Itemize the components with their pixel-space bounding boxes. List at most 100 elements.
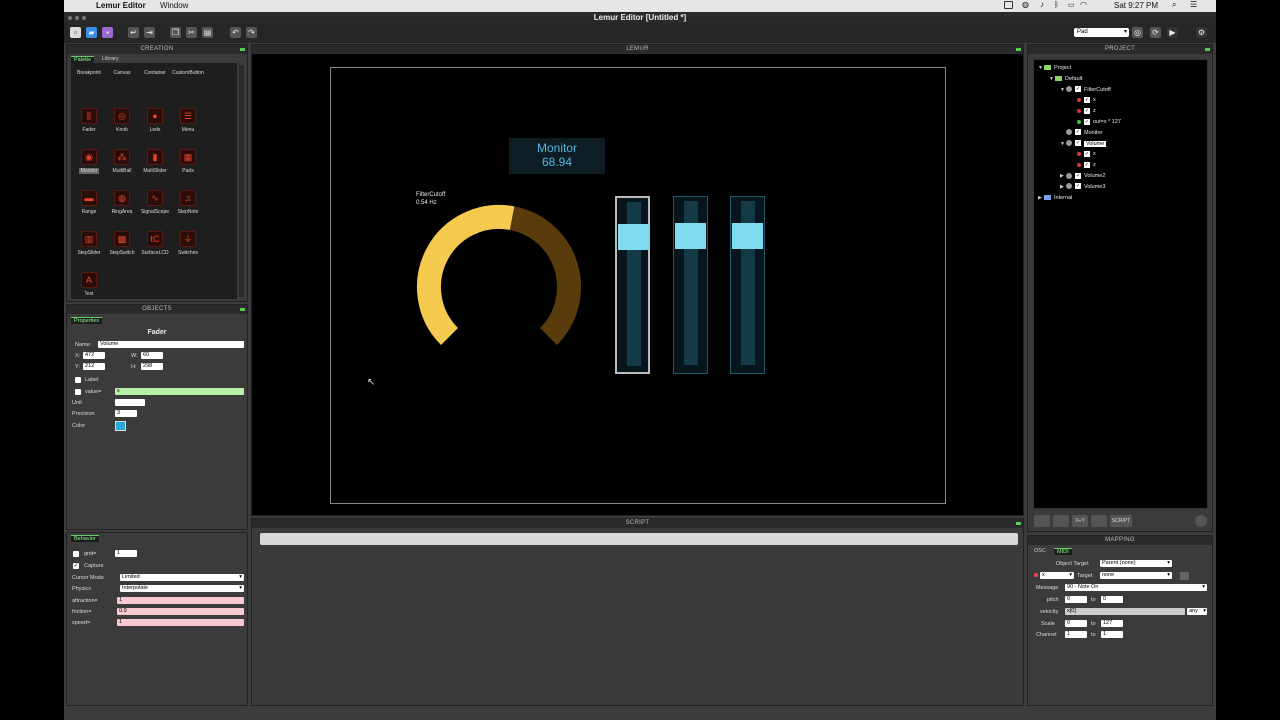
target-select[interactable]: none ▾ xyxy=(1100,572,1172,579)
volume-icon[interactable]: ♪ xyxy=(1040,0,1044,9)
learn-icon[interactable] xyxy=(1180,572,1189,580)
capture-checkbox[interactable]: ✓ xyxy=(73,563,79,569)
palette-item-custombutton[interactable]: ▭CustomButton xyxy=(172,51,204,81)
visibility-checkbox[interactable]: ✓ xyxy=(1075,129,1081,136)
settings-gear-icon[interactable]: ⚙ xyxy=(1196,27,1207,38)
close-window-icon[interactable] xyxy=(68,16,72,20)
message-select[interactable]: 90 - Note On ▾ xyxy=(1065,584,1207,591)
new-file-icon[interactable]: ▫ xyxy=(70,27,81,38)
collapse-icon[interactable] xyxy=(240,308,245,311)
palette-item-knob[interactable]: ◎ Knob xyxy=(106,108,138,138)
palette-item-container[interactable]: ▭Container xyxy=(139,51,171,81)
sync-icon[interactable]: ◍ xyxy=(1022,0,1029,9)
object-target-select[interactable]: Parent (none) ▾ xyxy=(1100,560,1172,567)
w-field[interactable]: 60 xyxy=(141,352,163,359)
velocity-field[interactable]: x[0] xyxy=(1065,608,1185,615)
scale-to-field[interactable]: 127 xyxy=(1101,620,1123,627)
cursor-mode-select[interactable]: Limited ▾ xyxy=(120,574,244,581)
tree-item[interactable]: ✓ z xyxy=(1071,161,1096,169)
fader-handle[interactable] xyxy=(732,223,763,250)
color-swatch[interactable] xyxy=(115,421,126,431)
palette-item-surfacelcd[interactable]: tC SurfaceLCD xyxy=(139,231,171,261)
script-editor-field[interactable] xyxy=(260,533,1018,545)
palette-item-range[interactable]: ▬ Range xyxy=(73,190,105,220)
open-folder-icon[interactable]: ▰ xyxy=(86,27,97,38)
tab-midi[interactable]: MIDI xyxy=(1054,548,1072,555)
variable-select[interactable]: x ▾ xyxy=(1040,572,1074,579)
fader-widget[interactable] xyxy=(615,196,650,374)
palette-item-menu[interactable]: ☰ Menu xyxy=(172,108,204,138)
friction-field[interactable]: 0.9 xyxy=(117,608,244,615)
zoom-window-icon[interactable] xyxy=(82,16,86,20)
y-field[interactable]: 212 xyxy=(83,363,105,370)
palette-item-canvas[interactable]: ▭Canvas xyxy=(106,51,138,81)
tree-item[interactable]: ▼ ✓ FilterCutoff xyxy=(1060,86,1111,94)
speed-field[interactable]: 1 xyxy=(117,619,244,626)
screen-icon[interactable] xyxy=(1004,1,1013,9)
h-field[interactable]: 298 xyxy=(141,363,163,370)
device-select[interactable]: Pad ▾ xyxy=(1074,28,1129,37)
paste-icon[interactable]: ▤ xyxy=(202,27,213,38)
monitor-widget[interactable]: Monitor 68.94 xyxy=(509,138,605,174)
tree-item[interactable]: ▼ ✓ Volume xyxy=(1060,140,1107,148)
palette-item-stepnote[interactable]: ♫ StepNote xyxy=(172,190,204,220)
copy-icon[interactable]: ❐ xyxy=(170,27,181,38)
palette-scrollbar[interactable] xyxy=(239,65,244,297)
visibility-checkbox[interactable]: ✓ xyxy=(1075,172,1081,179)
tree-item[interactable]: ✓ z xyxy=(1071,107,1096,115)
tab-osc[interactable]: OSC xyxy=(1031,548,1049,555)
spotlight-icon[interactable]: ⌕ xyxy=(1172,0,1176,10)
palette-item-signalscope[interactable]: ∿ SignalScope xyxy=(139,190,171,220)
variable-checkbox[interactable]: ✓ xyxy=(1084,118,1090,125)
sync-device-icon[interactable]: ⟳ xyxy=(1150,27,1161,38)
physics-select[interactable]: Interpolate ▾ xyxy=(120,585,244,592)
palette-item-fader[interactable]: ⫼ Fader xyxy=(73,108,105,138)
tree-item[interactable]: ✓ x xyxy=(1071,96,1096,104)
tree-item[interactable]: ▶ ✓ Volume2 xyxy=(1060,172,1105,180)
xy-button[interactable]: X+Y xyxy=(1072,515,1088,527)
value-expression-field[interactable]: x xyxy=(115,388,244,395)
unit-field[interactable] xyxy=(115,399,145,406)
grid-field[interactable]: 1 xyxy=(115,550,137,557)
redo-icon[interactable]: ↷ xyxy=(246,27,257,38)
channel-to-field[interactable]: 1 xyxy=(1101,631,1123,638)
tab-behavior[interactable]: Behavior xyxy=(71,535,99,542)
x-field[interactable]: 472 xyxy=(83,352,105,359)
project-settings-icon[interactable] xyxy=(1195,515,1207,527)
add-group-icon[interactable] xyxy=(1053,515,1069,527)
export-icon[interactable]: ⇥ xyxy=(144,27,155,38)
label-checkbox[interactable] xyxy=(75,377,81,383)
collapse-icon[interactable] xyxy=(1205,48,1210,51)
tree-item[interactable]: ▼ Project xyxy=(1038,64,1071,72)
palette-item-monitor[interactable]: ◉ Monitor xyxy=(73,149,105,179)
visibility-checkbox[interactable]: ✓ xyxy=(1075,183,1081,190)
collapse-icon[interactable] xyxy=(1016,522,1021,525)
palette-item-stepslider[interactable]: ▥ StepSlider xyxy=(73,231,105,261)
fader-widget[interactable] xyxy=(673,196,708,374)
velocity-any-select[interactable]: any ▾ xyxy=(1187,608,1207,615)
play-icon[interactable]: ▶ xyxy=(1167,27,1178,38)
palette-item-pads[interactable]: ▦ Pads xyxy=(172,149,204,179)
minimize-window-icon[interactable] xyxy=(75,16,79,20)
notification-center-icon[interactable]: ☰ xyxy=(1190,0,1197,9)
fader-handle[interactable] xyxy=(618,224,649,251)
import-icon[interactable]: ↵ xyxy=(128,27,139,38)
cut-icon[interactable]: ✂ xyxy=(186,27,197,38)
precision-field[interactable]: 3 xyxy=(115,410,137,417)
pitch-from-field[interactable]: 0 xyxy=(1065,596,1087,603)
tree-item[interactable]: ▶ ✓ Volume3 xyxy=(1060,183,1105,191)
palette-item-multislider[interactable]: ▮ MultiSlider xyxy=(139,149,171,179)
palette-item-switches[interactable]: ⏚ Switches xyxy=(172,231,204,261)
variable-checkbox[interactable]: ✓ xyxy=(1084,161,1090,168)
app-menu[interactable]: Lemur Editor xyxy=(96,1,146,10)
tree-item[interactable]: ✓ x xyxy=(1071,150,1096,158)
window-menu[interactable]: Window xyxy=(160,1,188,10)
tree-item[interactable]: ▶ Internal xyxy=(1038,194,1072,202)
bluetooth-icon[interactable]: ᛒ xyxy=(1054,0,1059,9)
knob-widget[interactable] xyxy=(411,204,587,370)
palette-item-text[interactable]: A Text xyxy=(73,272,105,302)
visibility-checkbox[interactable]: ✓ xyxy=(1075,140,1081,147)
attraction-field[interactable]: 1 xyxy=(117,597,244,604)
scale-from-field[interactable]: 0 xyxy=(1065,620,1087,627)
collapse-icon[interactable] xyxy=(240,48,245,51)
